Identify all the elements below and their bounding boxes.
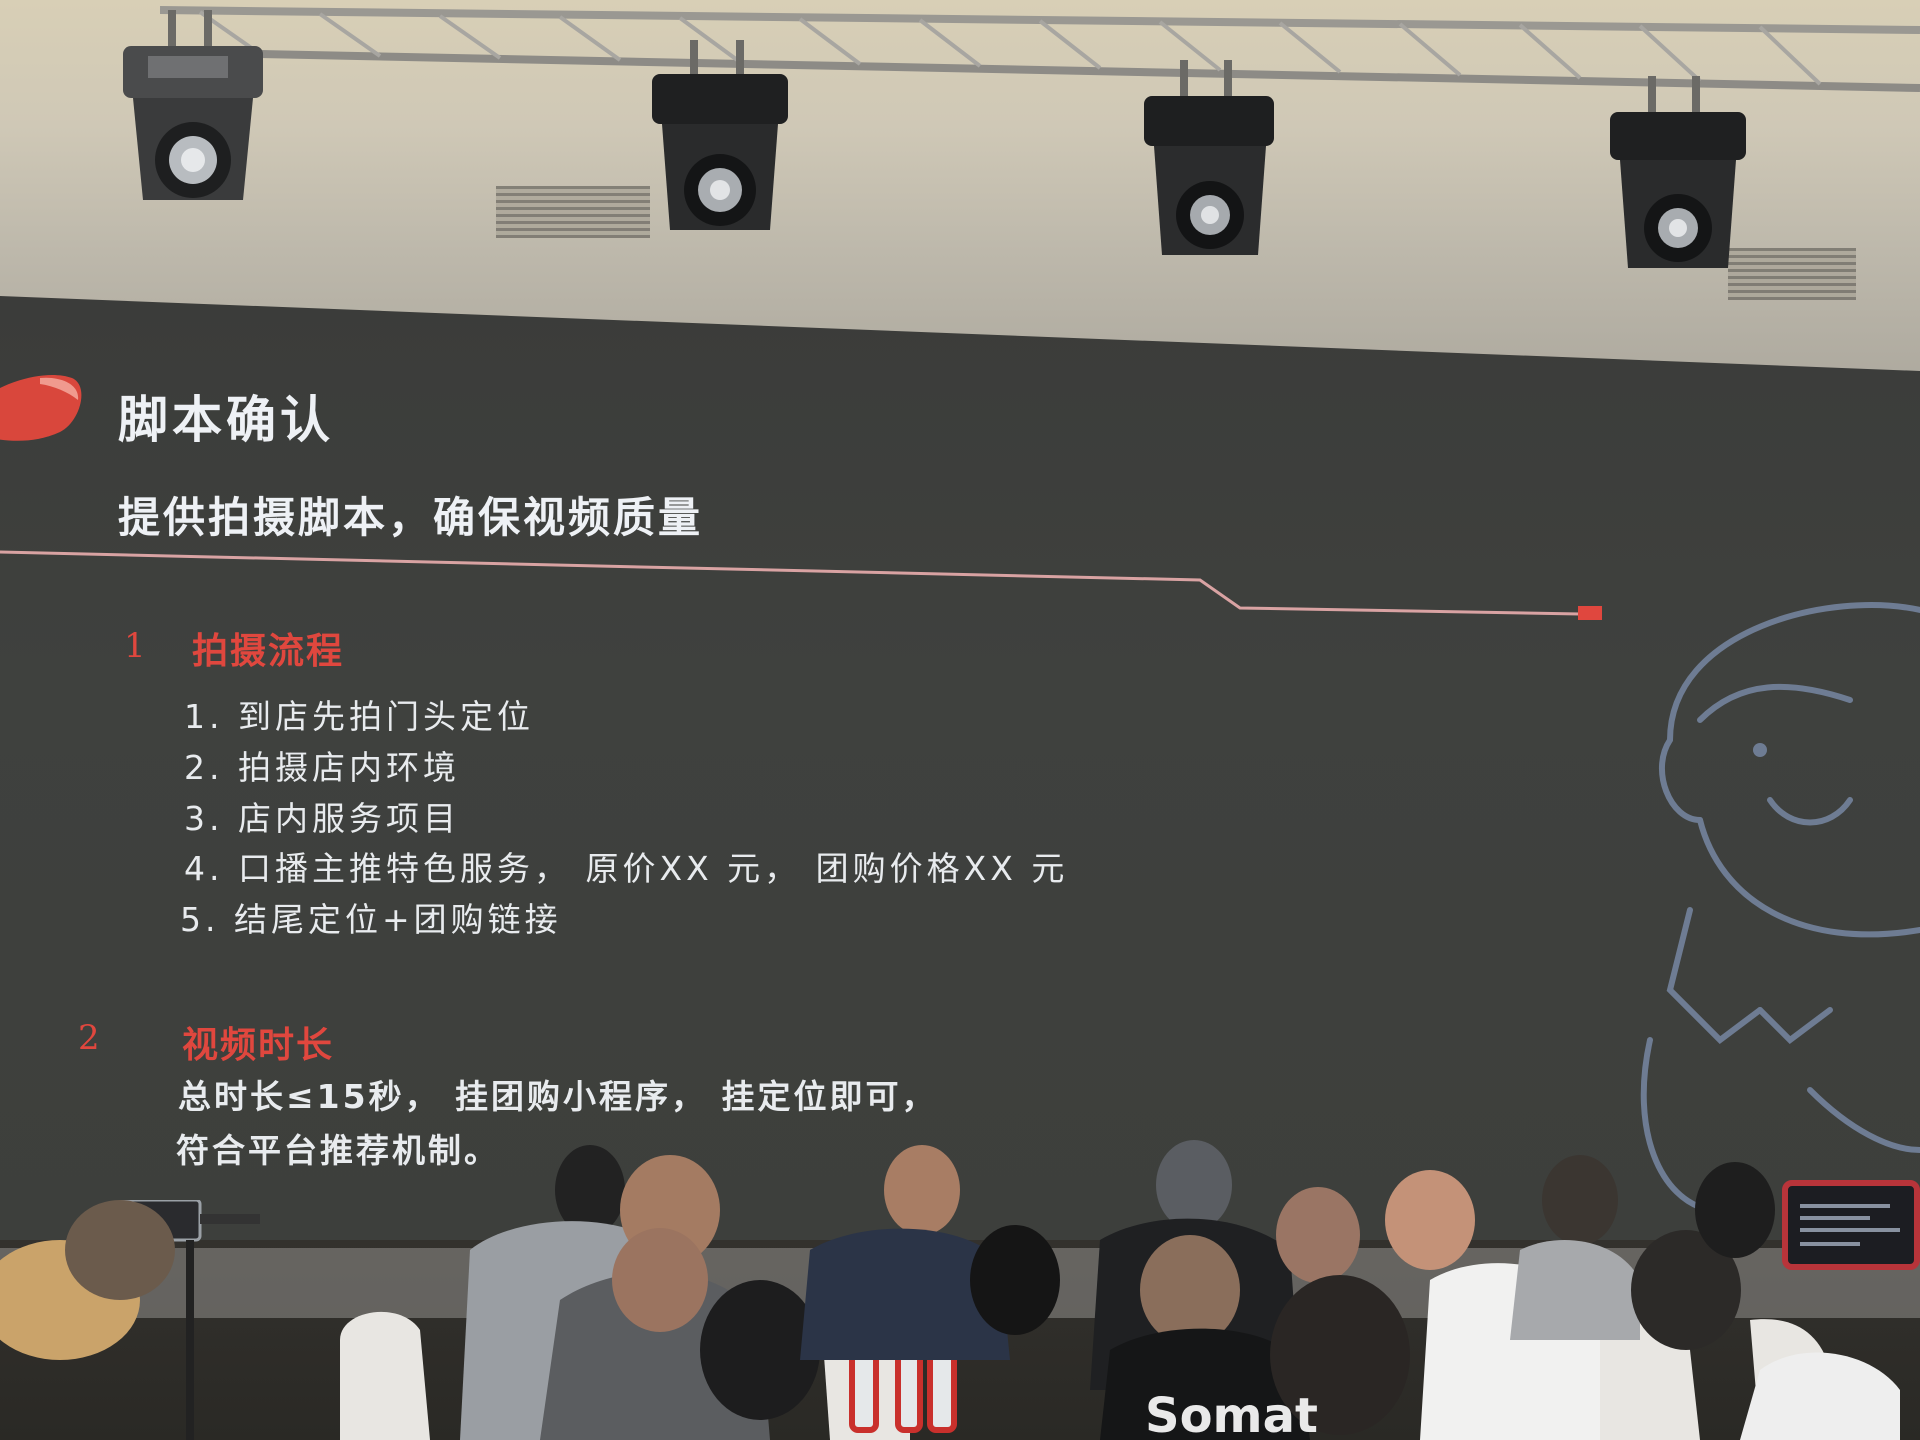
process-step: 5. 结尾定位+团购链接	[180, 900, 562, 939]
section-number: 2	[78, 1018, 100, 1058]
duration-text: 总时长≤15秒， 挂团购小程序， 挂定位即可，	[178, 1077, 938, 1116]
stage-light-icon	[652, 40, 788, 230]
stage-light-icon	[1610, 76, 1746, 268]
shirt-text: Somat	[1145, 1388, 1318, 1440]
section-heading: 视频时长	[182, 1025, 335, 1066]
process-step: 2. 拍摄店内环境	[184, 748, 460, 787]
stage-light-icon	[123, 10, 263, 200]
cartoon-person-icon	[1640, 602, 1920, 1210]
section-number: 1	[124, 626, 146, 666]
audience-crowd: Somat	[0, 1140, 1900, 1440]
air-vent	[496, 186, 650, 238]
divider-line	[0, 550, 1602, 620]
conference-photo: 脚本确认 提供拍摄脚本，确保视频质量 1 拍摄流程 1. 到店先拍门头定位 2.…	[0, 0, 1920, 1440]
slide-subtitle: 提供拍摄脚本，确保视频质量	[118, 493, 704, 542]
process-step: 4. 口播主推特色服务， 原价XX 元， 团购价格XX 元	[184, 849, 1069, 888]
phone-screen	[1782, 1180, 1920, 1270]
red-accent-shape	[0, 374, 82, 441]
section-heading: 拍摄流程	[192, 631, 345, 672]
stage-light-icon	[1144, 60, 1274, 255]
process-step: 1. 到店先拍门头定位	[184, 697, 534, 736]
process-step: 3. 店内服务项目	[184, 799, 460, 838]
slide-title: 脚本确认	[118, 391, 334, 449]
